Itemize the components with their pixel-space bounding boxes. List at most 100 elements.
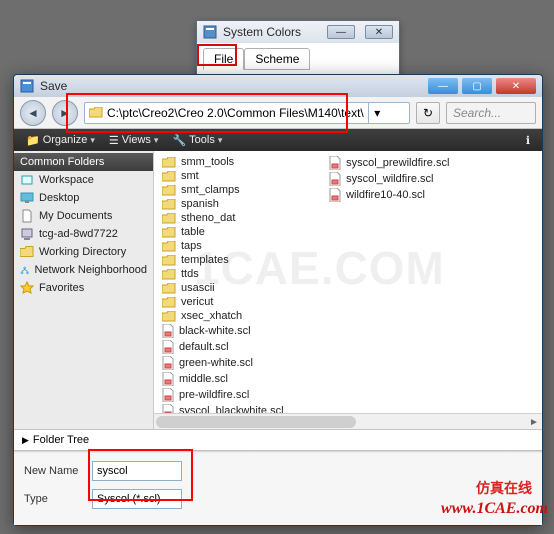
file-item[interactable]: black-white.scl bbox=[160, 323, 313, 339]
scl-file-icon bbox=[162, 372, 174, 386]
folder-item[interactable]: smm_tools bbox=[160, 155, 313, 169]
folder-icon bbox=[162, 213, 176, 224]
folder-icon bbox=[162, 283, 176, 294]
scl-file-icon bbox=[162, 404, 174, 413]
folder-icon bbox=[162, 297, 176, 308]
type-select[interactable]: Syscol (*.scl) bbox=[92, 489, 182, 509]
folder-item[interactable]: table bbox=[160, 225, 313, 239]
tab-scheme[interactable]: Scheme bbox=[244, 48, 310, 70]
sidebar-item-computer[interactable]: tcg-ad-8wd7722 bbox=[14, 225, 153, 243]
maximize-button[interactable]: ▢ bbox=[462, 78, 492, 94]
folder-icon bbox=[162, 269, 176, 280]
folder-item[interactable]: ttds bbox=[160, 267, 313, 281]
sidebar-item-workspace[interactable]: Workspace bbox=[14, 171, 153, 189]
folder-icon bbox=[89, 107, 103, 118]
scl-file-icon bbox=[329, 188, 341, 202]
newname-input[interactable]: syscol bbox=[92, 461, 182, 481]
minimize-button[interactable]: — bbox=[428, 78, 458, 94]
file-item[interactable]: syscol_wildfire.scl bbox=[327, 171, 451, 187]
network-icon bbox=[20, 263, 29, 277]
file-item[interactable]: pre-wildfire.scl bbox=[160, 387, 313, 403]
chevron-right-icon: ▶ bbox=[22, 435, 29, 446]
folder-item[interactable]: smt_clamps bbox=[160, 183, 313, 197]
file-item[interactable]: syscol_prewildfire.scl bbox=[327, 155, 451, 171]
folder-item[interactable]: smt bbox=[160, 169, 313, 183]
sidebar: Common Folders WorkspaceDesktopMy Docume… bbox=[14, 151, 154, 429]
scroll-right-icon[interactable]: ► bbox=[526, 414, 542, 429]
scl-file-icon bbox=[329, 156, 341, 170]
folder-item[interactable]: usascii bbox=[160, 281, 313, 295]
folder-icon bbox=[162, 311, 176, 322]
save-app-icon bbox=[20, 79, 34, 93]
system-colors-titlebar[interactable]: System Colors — ✕ bbox=[197, 21, 399, 43]
tools-icon: 🔧 bbox=[172, 134, 186, 147]
sidebar-header: Common Folders bbox=[14, 153, 153, 171]
scl-file-icon bbox=[162, 356, 174, 370]
form-area: New Name syscol Type Syscol (*.scl) bbox=[14, 453, 542, 525]
save-titlebar[interactable]: Save — ▢ ✕ bbox=[14, 75, 542, 97]
file-pane[interactable]: 1CAE.COM smm_toolssmtsmt_clampsspanishst… bbox=[154, 151, 542, 413]
views-icon: ☰ bbox=[109, 134, 119, 147]
toolbar-help-icon[interactable]: ℹ bbox=[520, 134, 536, 147]
organize-icon: 📁 bbox=[26, 134, 40, 147]
file-item[interactable]: middle.scl bbox=[160, 371, 313, 387]
scrollbar-thumb[interactable] bbox=[156, 416, 356, 428]
sidebar-item-network[interactable]: Network Neighborhood bbox=[14, 261, 153, 279]
app-icon bbox=[203, 25, 217, 39]
scl-file-icon bbox=[162, 388, 174, 402]
desktop-icon bbox=[20, 191, 34, 205]
views-menu[interactable]: ☰ Views bbox=[103, 132, 165, 149]
horizontal-scrollbar[interactable]: ◄ ► bbox=[154, 413, 542, 429]
back-button[interactable]: ◄ bbox=[20, 100, 46, 126]
folder-icon bbox=[162, 255, 176, 266]
folder-item[interactable]: vericut bbox=[160, 295, 313, 309]
file-item[interactable]: wildfire10-40.scl bbox=[327, 187, 451, 203]
refresh-button[interactable]: ↻ bbox=[416, 102, 440, 124]
file-item[interactable]: green-white.scl bbox=[160, 355, 313, 371]
sidebar-item-documents[interactable]: My Documents bbox=[14, 207, 153, 225]
close-button[interactable]: ✕ bbox=[365, 25, 393, 39]
documents-icon bbox=[20, 209, 34, 223]
folder-icon bbox=[162, 157, 176, 168]
type-label: Type bbox=[24, 493, 84, 505]
organize-menu[interactable]: 📁 Organize bbox=[20, 132, 101, 149]
sidebar-item-desktop[interactable]: Desktop bbox=[14, 189, 153, 207]
scl-file-icon bbox=[162, 340, 174, 354]
sidebar-item-favorites[interactable]: Favorites bbox=[14, 279, 153, 297]
workdir-icon bbox=[20, 245, 34, 259]
nav-row: ◄ ► C:\ptc\Creo2\Creo 2.0\Common Files\M… bbox=[14, 97, 542, 129]
folder-icon bbox=[162, 227, 176, 238]
address-dropdown-icon[interactable]: ▾ bbox=[368, 103, 386, 123]
tools-menu[interactable]: 🔧 Tools bbox=[166, 132, 228, 149]
folder-item[interactable]: taps bbox=[160, 239, 313, 253]
toolbar: 📁 Organize ☰ Views 🔧 Tools ℹ bbox=[14, 129, 542, 151]
workspace-icon bbox=[20, 173, 34, 187]
minimize-button[interactable]: — bbox=[327, 25, 355, 39]
computer-icon bbox=[20, 227, 34, 241]
system-colors-title: System Colors bbox=[223, 25, 317, 39]
folder-item[interactable]: templates bbox=[160, 253, 313, 267]
scl-file-icon bbox=[329, 172, 341, 186]
close-button[interactable]: ✕ bbox=[496, 78, 536, 94]
folder-icon bbox=[162, 171, 176, 182]
folder-item[interactable]: spanish bbox=[160, 197, 313, 211]
address-text: C:\ptc\Creo2\Creo 2.0\Common Files\M140\… bbox=[107, 106, 364, 120]
folder-item[interactable]: stheno_dat bbox=[160, 211, 313, 225]
file-item[interactable]: default.scl bbox=[160, 339, 313, 355]
address-bar[interactable]: C:\ptc\Creo2\Creo 2.0\Common Files\M140\… bbox=[84, 102, 410, 124]
tab-file[interactable]: File bbox=[203, 48, 244, 70]
file-item[interactable]: syscol_blackwhite.scl bbox=[160, 403, 313, 413]
sidebar-item-workdir[interactable]: Working Directory bbox=[14, 243, 153, 261]
newname-label: New Name bbox=[24, 465, 84, 477]
save-dialog: Save — ▢ ✕ ◄ ► C:\ptc\Creo2\Creo 2.0\Com… bbox=[13, 74, 543, 526]
favorites-icon bbox=[20, 281, 34, 295]
folder-tree-toggle[interactable]: ▶ Folder Tree bbox=[14, 429, 542, 450]
folder-icon bbox=[162, 185, 176, 196]
folder-item[interactable]: xsec_xhatch bbox=[160, 309, 313, 323]
save-title: Save bbox=[40, 79, 422, 93]
forward-button[interactable]: ► bbox=[52, 100, 78, 126]
folder-icon bbox=[162, 241, 176, 252]
folder-icon bbox=[162, 199, 176, 210]
scl-file-icon bbox=[162, 324, 174, 338]
search-input[interactable]: Search... bbox=[446, 102, 536, 124]
